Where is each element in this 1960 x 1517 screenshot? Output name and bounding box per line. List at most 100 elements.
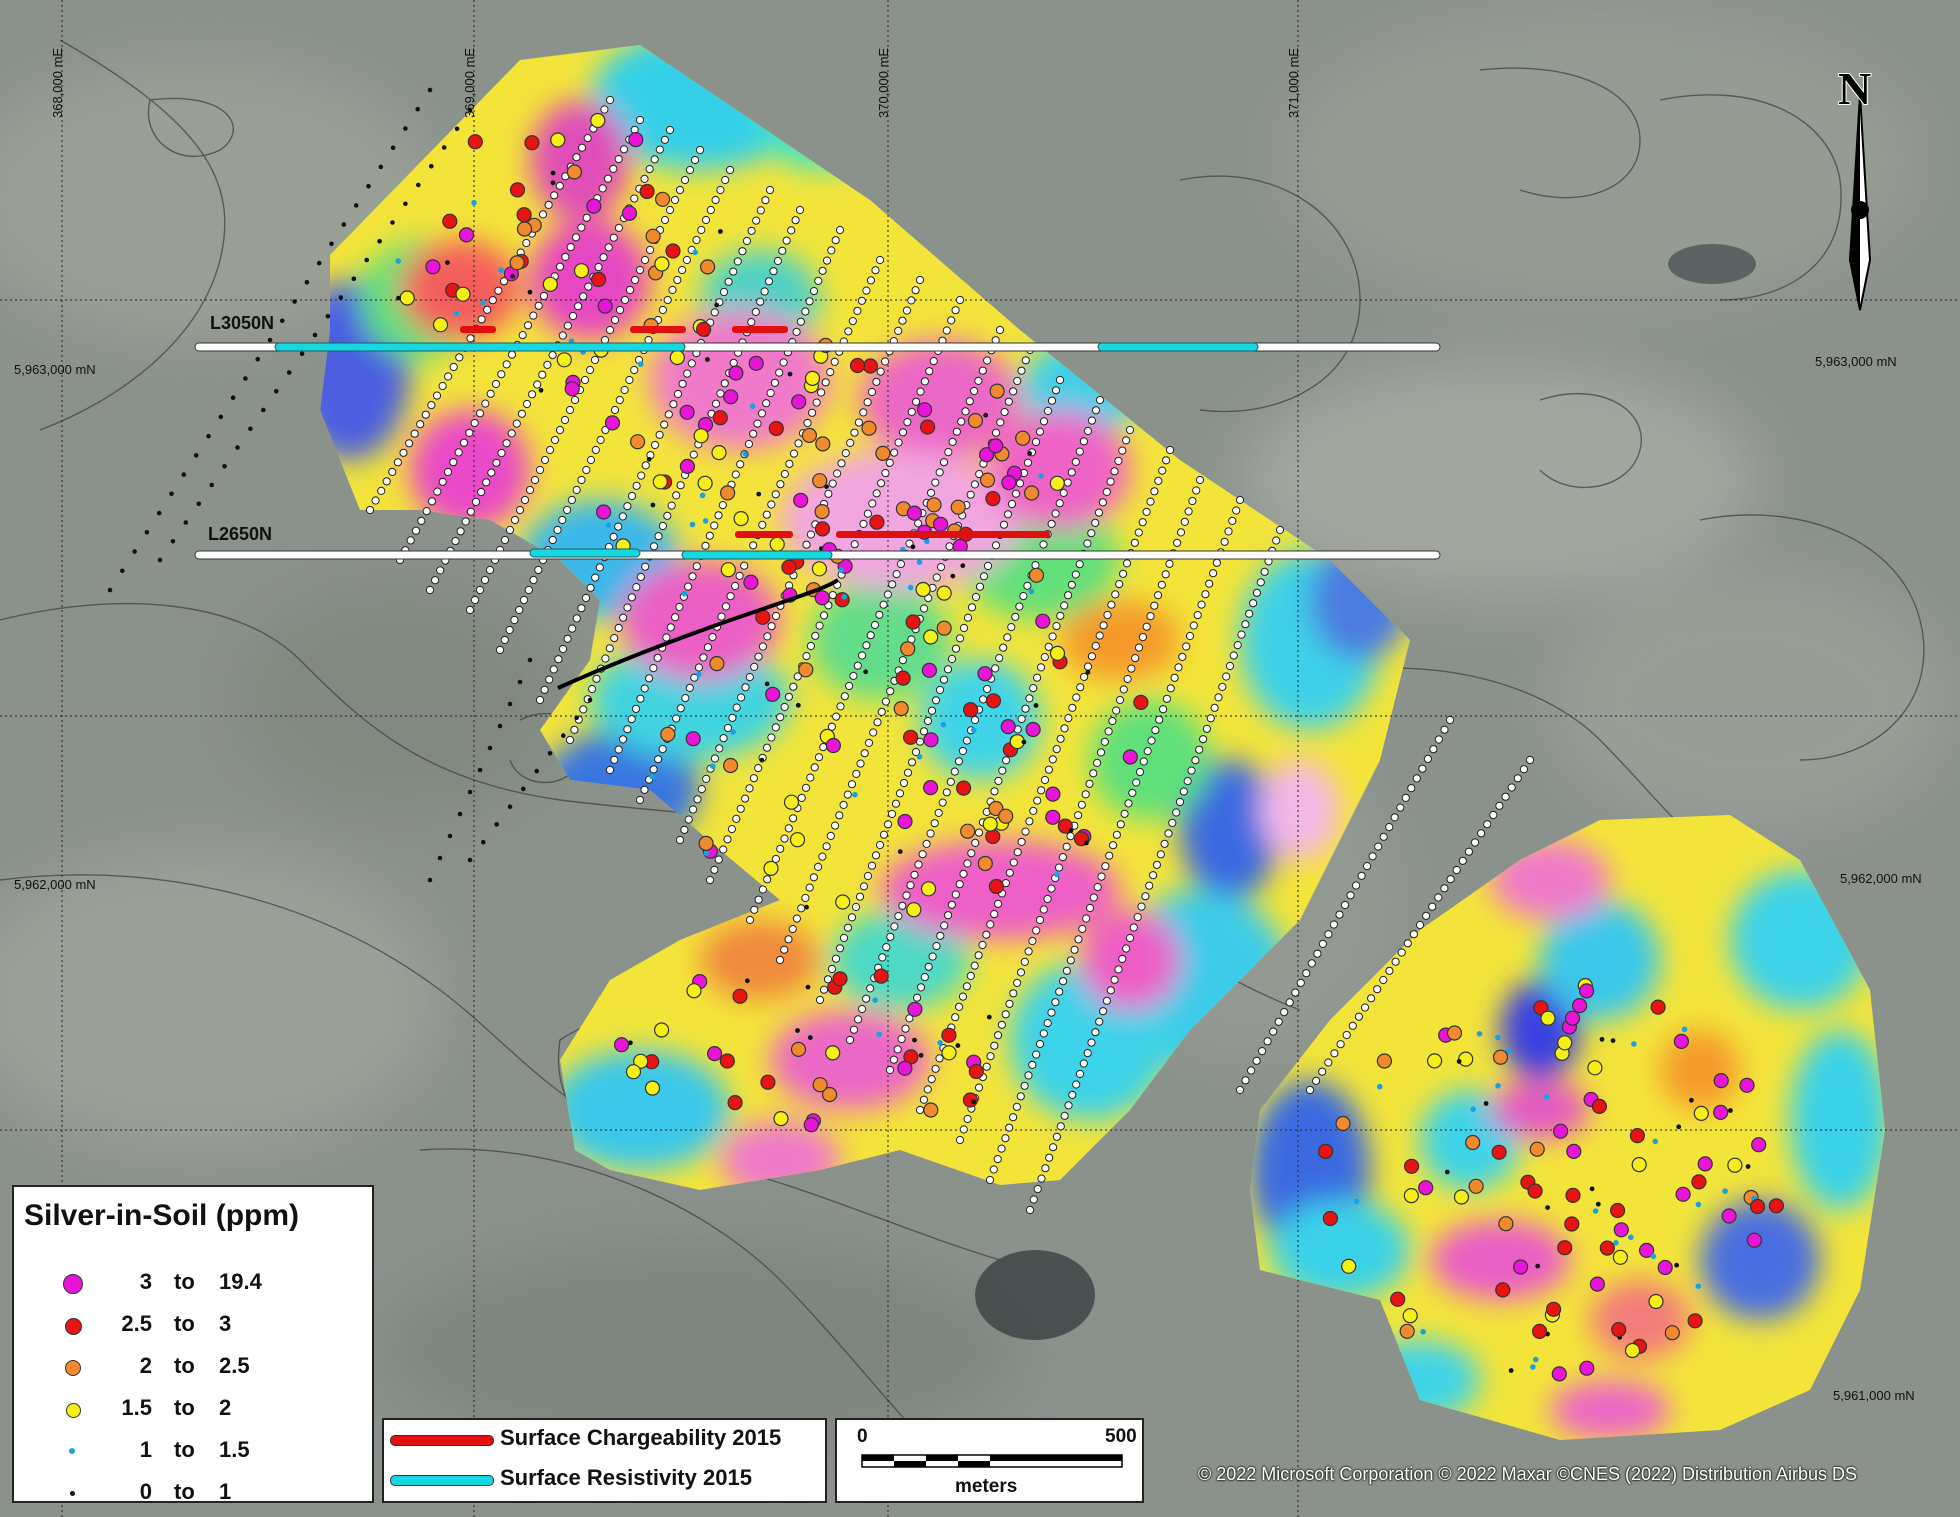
- sample-point: [897, 813, 913, 830]
- sample-point: [805, 984, 811, 990]
- sample-point: [1055, 499, 1064, 508]
- sample-point: [1099, 1007, 1108, 1016]
- sample-point: [827, 246, 836, 255]
- sample-point: [805, 297, 814, 306]
- sample-point: [467, 789, 473, 795]
- sample-point: [545, 675, 554, 684]
- sample-point: [895, 789, 905, 798]
- sample-point: [1068, 703, 1077, 712]
- sample-point: [570, 725, 579, 734]
- sample-point: [737, 693, 746, 702]
- sample-point: [640, 255, 650, 265]
- sample-point: [1235, 1085, 1245, 1095]
- sample-point: [895, 670, 911, 686]
- sample-point: [1134, 528, 1143, 537]
- sample-point: [775, 368, 784, 377]
- sample-point: [653, 653, 662, 663]
- sample-point: [550, 180, 556, 186]
- sample-point: [718, 229, 723, 234]
- sample-point: [1174, 663, 1183, 672]
- sample-point: [425, 259, 441, 275]
- sample-point: [735, 571, 744, 580]
- sample-point: [1551, 1366, 1567, 1382]
- sample-point: [771, 723, 780, 732]
- sample-point: [757, 409, 767, 418]
- sample-point: [959, 623, 969, 633]
- legend-to: to: [174, 1395, 195, 1420]
- sample-point: [518, 331, 527, 340]
- sample-point: [1317, 1143, 1334, 1160]
- sample-point: [817, 388, 826, 397]
- sample-point: [406, 536, 415, 545]
- sample-point: [1745, 1164, 1751, 1169]
- sample-point: [586, 455, 596, 465]
- sample-point: [635, 115, 645, 125]
- sample-point: [978, 366, 987, 375]
- sample-point: [353, 203, 359, 208]
- sample-point: [470, 419, 479, 428]
- sample-point: [902, 306, 912, 315]
- legend-lo: 0: [139, 1479, 152, 1504]
- sample-point: [688, 572, 697, 581]
- sample-point: [1143, 747, 1152, 756]
- sample-point: [443, 467, 453, 477]
- sample-point: [711, 399, 721, 408]
- sample-point: [660, 135, 670, 144]
- sample-point: [960, 823, 976, 839]
- sample-point: [1028, 1060, 1037, 1070]
- sample-point: [863, 509, 873, 518]
- sample-point: [1007, 499, 1017, 509]
- sample-point: [1000, 407, 1009, 417]
- sample-point: [1141, 892, 1150, 901]
- sample-point: [1049, 645, 1066, 662]
- sample-point: [444, 372, 453, 381]
- sample-point: [1035, 613, 1051, 629]
- sample-point: [1015, 479, 1025, 488]
- sample-point: [971, 838, 980, 848]
- sample-point: [1009, 1113, 1018, 1122]
- sample-point: [958, 992, 968, 1001]
- legend-symbol: [64, 1317, 82, 1335]
- sample-point: [507, 804, 513, 809]
- sample-point: [1540, 1010, 1556, 1026]
- sample-point: [1056, 1122, 1065, 1131]
- sample-point: [1075, 1069, 1085, 1079]
- sample-point: [754, 895, 763, 904]
- silver-legend: Silver-in-Soil (ppm) 3 to 19.4 2.5 to 3 2 to 2.5…: [12, 1185, 374, 1504]
- sample-point: [615, 305, 625, 315]
- sample-point: [1102, 487, 1111, 496]
- sample-point: [1056, 734, 1065, 743]
- sample-point: [1064, 714, 1073, 723]
- sample-point: [1172, 808, 1181, 817]
- sample-point: [723, 389, 739, 405]
- sample-point: [488, 296, 497, 305]
- sample-point: [1005, 1123, 1014, 1132]
- sample-point: [632, 583, 641, 592]
- sample-point: [1768, 1198, 1785, 1214]
- sample-point: [724, 277, 733, 286]
- sample-point: [760, 287, 769, 296]
- sample-point: [787, 371, 793, 377]
- sample-point: [1727, 1157, 1743, 1173]
- sample-point: [1592, 1208, 1599, 1214]
- sample-point: [588, 684, 597, 694]
- sample-point: [1112, 706, 1121, 715]
- sample-point: [522, 399, 532, 409]
- sample-point: [598, 184, 607, 193]
- sample-point: [994, 1031, 1003, 1040]
- sample-point: [1039, 540, 1048, 549]
- sample-point: [1691, 1174, 1707, 1190]
- sample-point: [920, 377, 930, 386]
- sample-point: [995, 654, 1004, 663]
- sample-point: [751, 307, 760, 316]
- sample-point: [1039, 1029, 1048, 1038]
- sample-point: [1233, 641, 1242, 650]
- sample-point: [483, 305, 492, 314]
- sample-point: [719, 734, 728, 743]
- sample-point: [1209, 569, 1218, 578]
- sample-point: [1083, 1049, 1092, 1058]
- sample-point: [1341, 1258, 1357, 1274]
- sample-point: [1225, 661, 1235, 671]
- sample-point: [703, 850, 710, 856]
- sample-point: [970, 386, 979, 396]
